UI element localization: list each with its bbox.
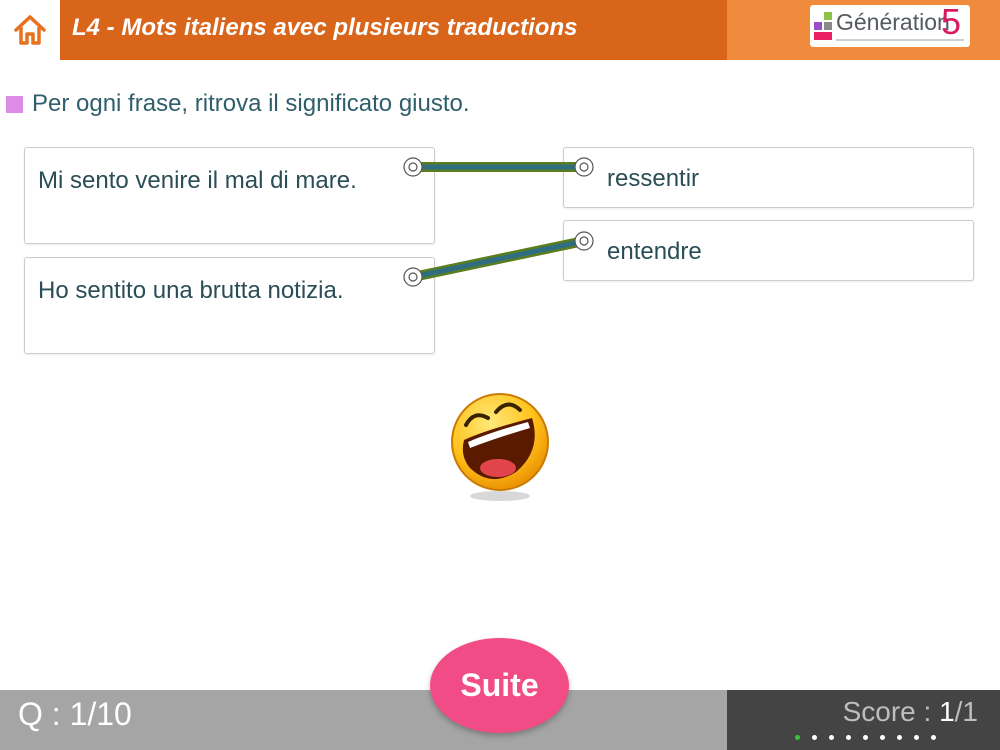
footer-right: Score : 1/1 [727, 690, 1000, 750]
logo-number: 5 [941, 1, 962, 42]
left-card-text: Ho sentito una brutta notizia. [38, 277, 344, 304]
question-prefix: Q : [18, 696, 70, 732]
progress-dots [795, 735, 936, 740]
left-card-text: Mi sento venire il mal di mare. [38, 167, 357, 194]
instruction-bullet-icon [6, 95, 23, 113]
instruction-text: Per ogni frase, ritrova il significato g… [32, 90, 470, 117]
header: L4 - Mots italiens avec plusieurs traduc… [0, 0, 1000, 60]
left-card-1[interactable]: Mi sento venire il mal di mare. [24, 147, 435, 244]
logo-area: Génération 5 [727, 0, 1000, 60]
generation5-logo: Génération 5 [810, 1, 970, 47]
right-card-2[interactable]: entendre [563, 220, 974, 281]
title-bar: L4 - Mots italiens avec plusieurs traduc… [60, 0, 727, 60]
connector-line-2 [408, 236, 589, 282]
right-card-text: entendre [607, 238, 702, 265]
footer-left: Q : 1/10 [0, 690, 727, 750]
score-prefix: Score : [842, 696, 940, 727]
right-card-1[interactable]: ressentir [563, 147, 974, 208]
logo-underline [836, 39, 964, 41]
page-title: L4 - Mots italiens avec plusieurs traduc… [72, 14, 578, 41]
laughing-smiley-icon [451, 393, 549, 501]
progress-dot [812, 735, 817, 740]
progress-dot [846, 735, 851, 740]
logo-squares-icon [814, 12, 832, 40]
progress-dot [880, 735, 885, 740]
progress-dot [863, 735, 868, 740]
score-current: 1 [939, 696, 955, 727]
left-card-2[interactable]: Ho sentito una brutta notizia. [24, 257, 435, 354]
progress-dot [897, 735, 902, 740]
question-total: /10 [87, 696, 132, 732]
progress-dot [914, 735, 919, 740]
progress-dot [829, 735, 834, 740]
question-counter: Q : 1/10 [18, 696, 132, 733]
home-button[interactable] [0, 0, 60, 60]
suite-button[interactable]: Suite [430, 638, 569, 733]
score-total: /1 [954, 696, 978, 727]
score: Score : 1/1 [843, 696, 978, 728]
home-icon [14, 15, 46, 45]
logo-text: Génération [836, 9, 950, 35]
right-card-text: ressentir [607, 165, 700, 192]
question-current: 1 [69, 696, 88, 732]
progress-dot [795, 735, 800, 740]
progress-dot [931, 735, 936, 740]
instruction: Per ogni frase, ritrova il significato g… [6, 89, 470, 119]
